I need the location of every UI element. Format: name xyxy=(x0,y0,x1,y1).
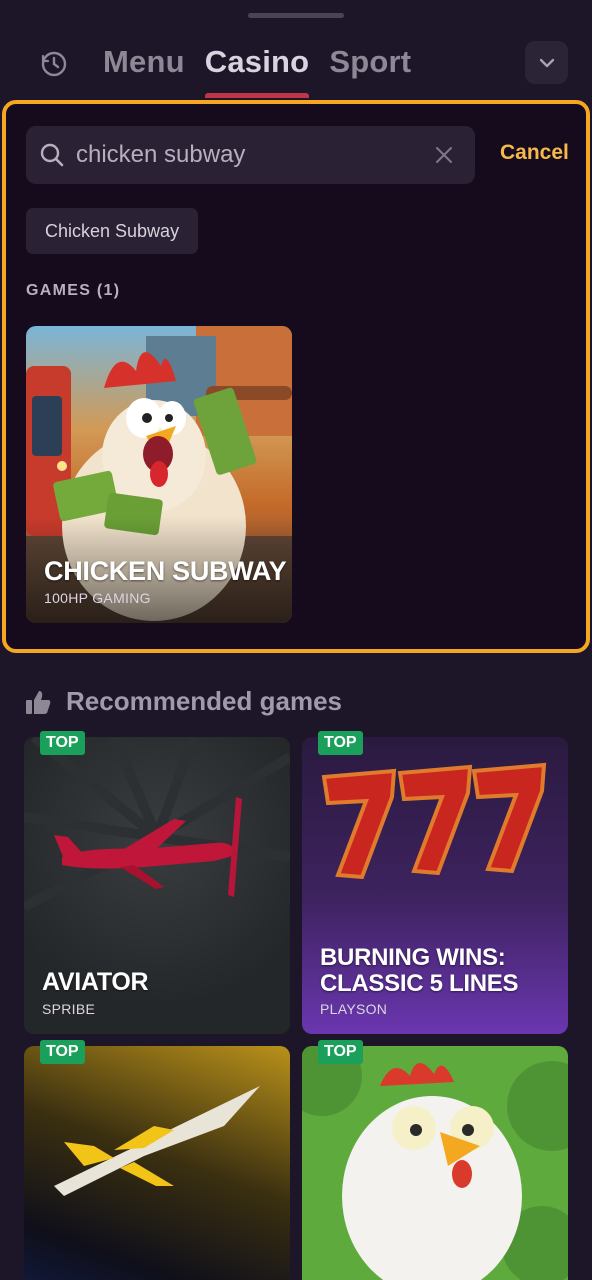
results-count-label: GAMES (1) xyxy=(26,282,121,299)
game-title: AVIATOR xyxy=(42,968,149,996)
search-panel: Cancel Chicken Subway GAMES (1) xyxy=(2,100,590,653)
top-badge: TOP xyxy=(318,731,363,755)
game-title: CHICKEN SUBWAY xyxy=(44,556,287,586)
search-icon xyxy=(40,143,64,167)
tab-menu[interactable]: Menu xyxy=(103,44,185,80)
top-badge: TOP xyxy=(318,1040,363,1064)
thumbs-up-icon xyxy=(26,690,51,714)
clear-icon[interactable] xyxy=(432,143,456,167)
game-card-aviator[interactable]: TOP AVIATOR SPRIBE xyxy=(24,731,290,1034)
chicken-artwork xyxy=(302,1046,568,1280)
game-provider: PLAYSON xyxy=(320,1001,388,1017)
collapse-button[interactable] xyxy=(525,41,568,84)
header: Menu Casino Sport xyxy=(0,36,592,98)
cancel-button[interactable]: Cancel xyxy=(500,141,569,165)
recommended-title: Recommended games xyxy=(66,686,342,716)
game-card-jet[interactable]: TOP xyxy=(24,1040,290,1280)
game-card-burning-wins[interactable]: TOP BURNING WINS: CLASSIC 5 LINES PLAYSO… xyxy=(302,731,568,1034)
drag-handle[interactable] xyxy=(248,13,344,18)
casino-sheet: Menu Casino Sport Cancel Chicken Subway … xyxy=(0,0,592,1280)
chevron-down-icon xyxy=(539,58,554,67)
game-provider: SPRIBE xyxy=(42,1001,96,1017)
top-badge: TOP xyxy=(40,1040,85,1064)
tab-casino[interactable]: Casino xyxy=(205,44,310,80)
game-title-line2: CLASSIC 5 LINES xyxy=(320,970,519,997)
active-tab-indicator xyxy=(205,93,309,98)
jet-artwork xyxy=(54,1086,260,1196)
search-input[interactable] xyxy=(76,126,416,184)
history-icon[interactable] xyxy=(38,48,70,80)
tab-sport[interactable]: Sport xyxy=(329,44,411,80)
game-card-chicken[interactable]: TOP xyxy=(302,1040,568,1280)
main-tabs: Menu Casino Sport xyxy=(103,44,411,80)
game-provider: 100HP GAMING xyxy=(44,590,151,606)
game-card-chicken-subway[interactable]: CHICKEN SUBWAY 100HP GAMING xyxy=(26,326,292,623)
game-title-line1: BURNING WINS: xyxy=(320,944,506,971)
suggestion-chip[interactable]: Chicken Subway xyxy=(26,208,199,254)
recommended-header: Recommended games xyxy=(24,686,342,717)
search-box[interactable] xyxy=(26,126,475,184)
top-badge: TOP xyxy=(40,731,85,755)
